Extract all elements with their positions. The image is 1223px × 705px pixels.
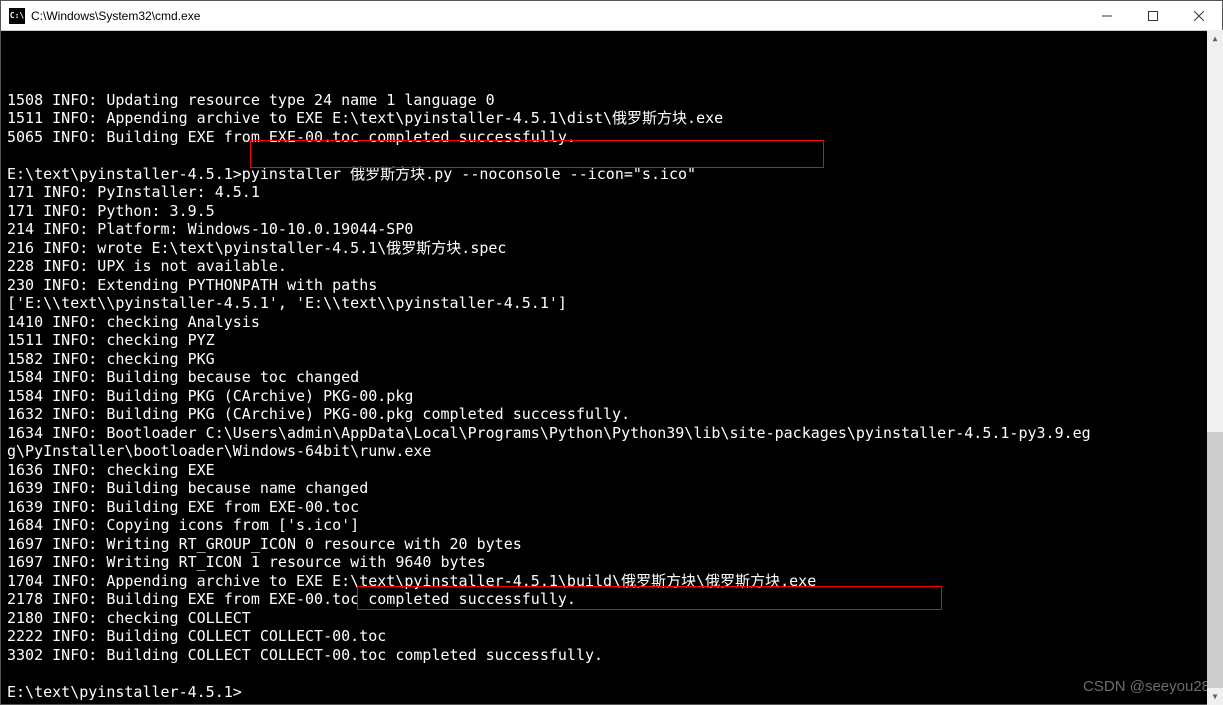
vertical-scrollbar[interactable]: ▲ ▼ <box>1207 30 1223 705</box>
window-controls <box>1084 1 1222 30</box>
maximize-button[interactable] <box>1130 1 1176 30</box>
terminal-line: 1511 INFO: Appending archive to EXE E:\t… <box>7 109 723 127</box>
terminal-line: 1584 INFO: Building because toc changed <box>7 368 359 386</box>
terminal-line: 1697 INFO: Writing RT_ICON 1 resource wi… <box>7 553 486 571</box>
scroll-down-button[interactable]: ▼ <box>1207 688 1223 705</box>
terminal-line: 1410 INFO: checking Analysis <box>7 313 260 331</box>
terminal-line: 1632 INFO: Building PKG (CArchive) PKG-0… <box>7 405 630 423</box>
terminal-line: 216 INFO: wrote E:\text\pyinstaller-4.5.… <box>7 239 506 257</box>
scrollbar-thumb[interactable] <box>1207 432 1223 688</box>
terminal-line: 3302 INFO: Building COLLECT COLLECT-00.t… <box>7 646 603 664</box>
titlebar[interactable]: C:\ C:\Windows\System32\cmd.exe <box>1 1 1222 31</box>
cmd-window: C:\ C:\Windows\System32\cmd.exe 1508 INF… <box>0 0 1223 705</box>
window-title: C:\Windows\System32\cmd.exe <box>31 9 1084 23</box>
terminal-line: 1636 INFO: checking EXE <box>7 461 215 479</box>
terminal-line: 1639 INFO: Building because name changed <box>7 479 368 497</box>
terminal-line: 1634 INFO: Bootloader C:\Users\admin\App… <box>7 424 1091 442</box>
terminal-line: 2178 INFO: Building EXE from EXE-00.toc … <box>7 590 576 608</box>
terminal-line: 230 INFO: Extending PYTHONPATH with path… <box>7 276 377 294</box>
terminal-line: 5065 INFO: Building EXE from EXE-00.toc … <box>7 128 576 146</box>
terminal-line: 214 INFO: Platform: Windows-10-10.0.1904… <box>7 220 413 238</box>
terminal-line: 2180 INFO: checking COLLECT <box>7 609 251 627</box>
terminal-line: 1704 INFO: Appending archive to EXE E:\t… <box>7 572 816 590</box>
terminal-line: g\PyInstaller\bootloader\Windows-64bit\r… <box>7 442 431 460</box>
terminal-line: 1697 INFO: Writing RT_GROUP_ICON 0 resou… <box>7 535 522 553</box>
terminal-area[interactable]: 1508 INFO: Updating resource type 24 nam… <box>1 31 1222 704</box>
terminal-line: 1582 INFO: checking PKG <box>7 350 215 368</box>
terminal-line: 1584 INFO: Building PKG (CArchive) PKG-0… <box>7 387 413 405</box>
terminal-line: 1511 INFO: checking PYZ <box>7 331 215 349</box>
watermark: CSDN @seeyou28 <box>1083 678 1210 697</box>
terminal-line: 171 INFO: Python: 3.9.5 <box>7 202 215 220</box>
terminal-line: 2222 INFO: Building COLLECT COLLECT-00.t… <box>7 627 386 645</box>
scroll-up-button[interactable]: ▲ <box>1207 30 1223 47</box>
terminal-line: E:\text\pyinstaller-4.5.1> <box>7 683 242 701</box>
terminal-line: 1508 INFO: Updating resource type 24 nam… <box>7 91 495 109</box>
close-button[interactable] <box>1176 1 1222 30</box>
scrollbar-track[interactable] <box>1207 47 1223 688</box>
cmd-icon: C:\ <box>9 8 25 24</box>
minimize-button[interactable] <box>1084 1 1130 30</box>
terminal-output: 1508 INFO: Updating resource type 24 nam… <box>7 72 1216 704</box>
terminal-line: E:\text\pyinstaller-4.5.1>pyinstaller 俄罗… <box>7 165 696 183</box>
terminal-line: 228 INFO: UPX is not available. <box>7 257 287 275</box>
terminal-line: ['E:\\text\\pyinstaller-4.5.1', 'E:\\tex… <box>7 294 567 312</box>
terminal-line: 1639 INFO: Building EXE from EXE-00.toc <box>7 498 359 516</box>
terminal-line: 171 INFO: PyInstaller: 4.5.1 <box>7 183 260 201</box>
terminal-line: 1684 INFO: Copying icons from ['s.ico'] <box>7 516 359 534</box>
